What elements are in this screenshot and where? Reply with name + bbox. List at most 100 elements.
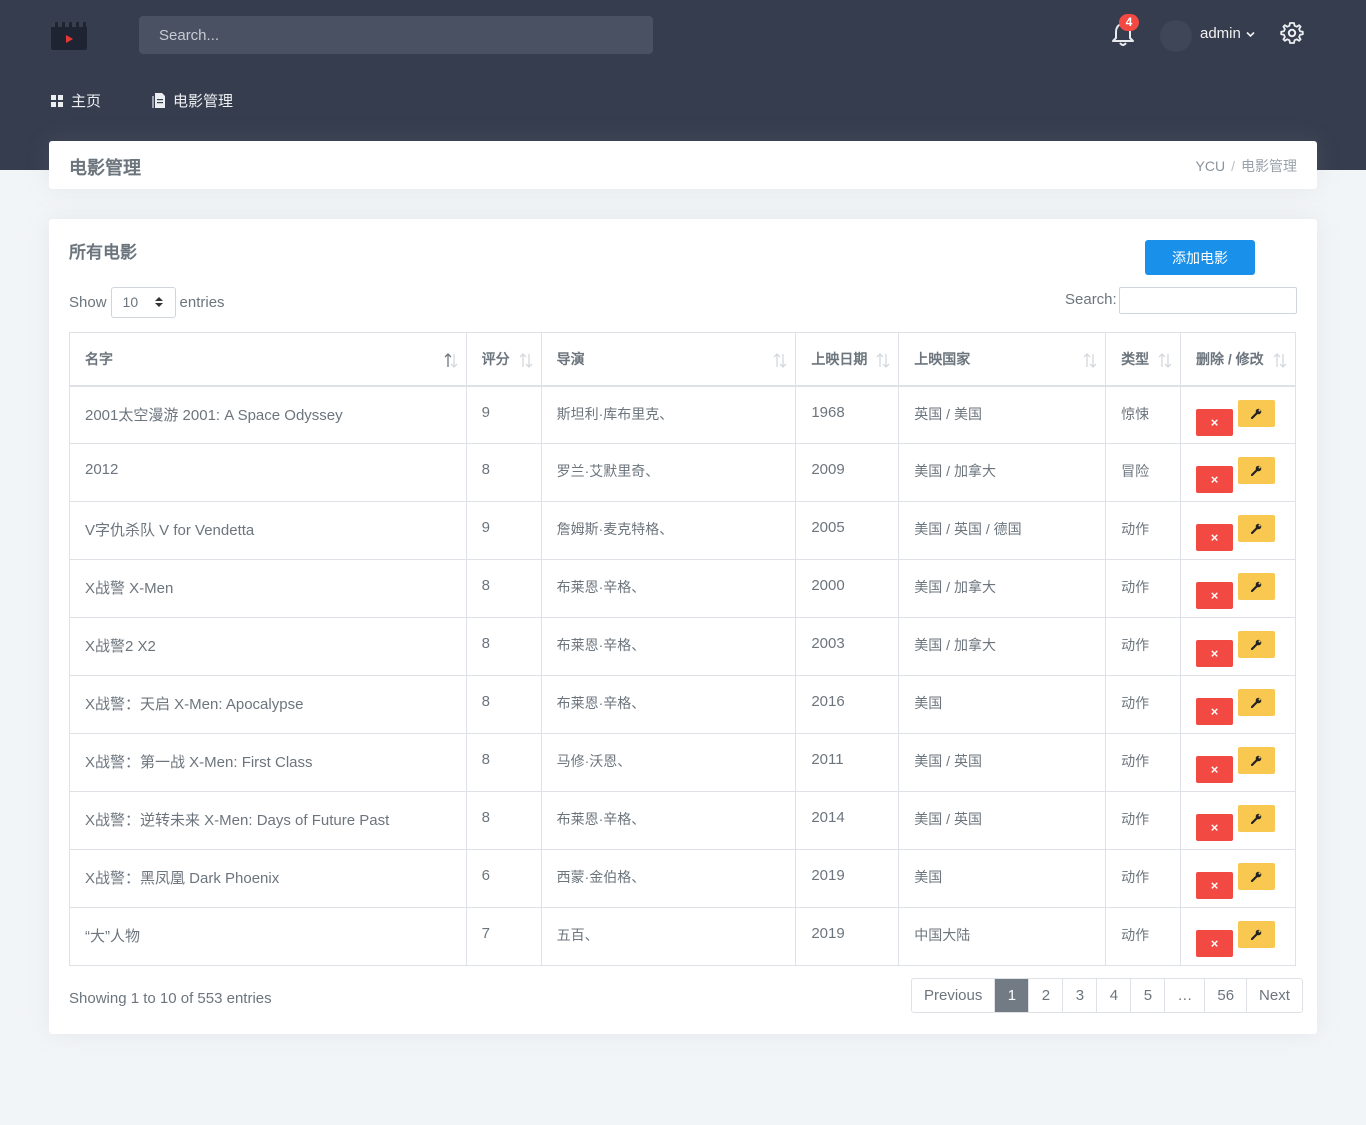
table-row: V字仇杀队 V for Vendetta 9 詹姆斯·麦克特格、 2005 美国 / 英… bbox=[69, 501, 1296, 560]
delete-button[interactable]: × bbox=[1196, 408, 1234, 436]
global-search-input[interactable] bbox=[139, 16, 653, 54]
table-search-input[interactable] bbox=[1119, 287, 1297, 314]
edit-button[interactable] bbox=[1238, 921, 1276, 948]
edit-button[interactable] bbox=[1238, 457, 1276, 484]
cell-release-date: 2005 bbox=[795, 501, 900, 560]
delete-button[interactable]: × bbox=[1196, 640, 1234, 667]
delete-button[interactable]: × bbox=[1196, 930, 1234, 957]
sort-icon bbox=[1273, 353, 1287, 368]
delete-button[interactable]: × bbox=[1196, 582, 1234, 609]
wrench-icon bbox=[1251, 639, 1262, 650]
entries-label: entries bbox=[179, 294, 225, 311]
cell-rating: 8 bbox=[465, 443, 542, 502]
cell-rating: 8 bbox=[465, 675, 542, 734]
page-56[interactable]: 56 bbox=[1204, 979, 1246, 1012]
cell-rating: 6 bbox=[465, 849, 542, 908]
table-row: X战警：第一战 X-Men: First Class 8 马修·沃恩、 2011 美国 … bbox=[69, 733, 1296, 792]
play-icon bbox=[66, 35, 73, 43]
cell-actions: × bbox=[1180, 559, 1296, 618]
cell-country: 英国 / 美国 bbox=[898, 385, 1107, 444]
cell-actions: × bbox=[1180, 617, 1296, 676]
edit-button[interactable] bbox=[1238, 631, 1276, 658]
avatar[interactable] bbox=[1160, 20, 1192, 52]
wrench-icon bbox=[1251, 465, 1262, 476]
edit-button[interactable] bbox=[1238, 805, 1276, 832]
cell-actions: × bbox=[1180, 907, 1296, 966]
cell-release-date: 2011 bbox=[795, 733, 900, 792]
cell-actions: × bbox=[1180, 675, 1296, 734]
cell-name: 2001太空漫游 2001: A Space Odyssey bbox=[69, 385, 467, 444]
sort-icon bbox=[444, 353, 458, 368]
cell-actions: × bbox=[1180, 501, 1296, 560]
delete-button[interactable]: × bbox=[1196, 872, 1234, 899]
table-row: “大”人物 7 五百、 2019 中国大陆 动作 × bbox=[69, 907, 1296, 966]
cell-country: 美国 / 英国 bbox=[898, 733, 1107, 792]
cell-country: 美国 / 加拿大 bbox=[898, 617, 1107, 676]
wrench-icon bbox=[1251, 697, 1262, 708]
dashboard-icon bbox=[51, 94, 63, 107]
chevron-down-icon bbox=[1246, 31, 1255, 37]
sort-arrows-icon bbox=[154, 297, 163, 307]
cell-country: 美国 / 英国 bbox=[898, 791, 1107, 850]
cell-genre: 动作 bbox=[1105, 617, 1182, 676]
user-name-label: admin bbox=[1200, 25, 1241, 42]
cell-genre: 动作 bbox=[1105, 733, 1182, 792]
cell-rating: 8 bbox=[465, 617, 542, 676]
column-header-rating[interactable]: 评分 bbox=[465, 332, 542, 387]
sort-icon bbox=[773, 353, 787, 368]
page-ellipsis: … bbox=[1164, 979, 1204, 1012]
cell-name: V字仇杀队 V for Vendetta bbox=[69, 501, 467, 560]
column-header-country[interactable]: 上映国家 bbox=[898, 332, 1107, 387]
cell-rating: 9 bbox=[465, 385, 542, 444]
delete-button[interactable]: × bbox=[1196, 814, 1234, 841]
page-2[interactable]: 2 bbox=[1028, 979, 1062, 1012]
cell-genre: 惊悚 bbox=[1105, 385, 1182, 444]
cell-genre: 动作 bbox=[1105, 559, 1182, 618]
cell-actions: × bbox=[1180, 733, 1296, 792]
pagination: Previous 1 2 3 4 5… 56 Next bbox=[911, 978, 1303, 1013]
movie-list-card: 所有电影 添加电影 Show 10 entries Search: 名字 评分 … bbox=[49, 219, 1317, 1034]
user-menu[interactable]: admin bbox=[1200, 25, 1255, 42]
cell-rating: 8 bbox=[465, 733, 542, 792]
cell-genre: 动作 bbox=[1105, 907, 1182, 966]
gear-icon[interactable] bbox=[1280, 21, 1304, 45]
page-5[interactable]: 5 bbox=[1130, 979, 1164, 1012]
wrench-icon bbox=[1251, 929, 1262, 940]
column-header-release-date[interactable]: 上映日期 bbox=[795, 332, 900, 387]
logo[interactable] bbox=[51, 22, 87, 50]
column-header-name[interactable]: 名字 bbox=[69, 332, 467, 387]
cell-name: X战警2 X2 bbox=[69, 617, 467, 676]
table-row: X战警：逆转未来 X-Men: Days of Future Past 8 布莱恩·… bbox=[69, 791, 1296, 850]
edit-button[interactable] bbox=[1238, 863, 1276, 890]
cell-country: 中国大陆 bbox=[898, 907, 1107, 966]
cell-rating: 8 bbox=[465, 791, 542, 850]
edit-button[interactable] bbox=[1238, 573, 1276, 600]
breadcrumb-root[interactable]: YCU bbox=[1196, 158, 1226, 174]
page-1[interactable]: 1 bbox=[994, 979, 1029, 1012]
nav-item-movie-management[interactable]: 电影管理 bbox=[152, 90, 233, 111]
column-header-actions[interactable]: 删除 / 修改 bbox=[1180, 332, 1296, 387]
edit-button[interactable] bbox=[1238, 515, 1276, 542]
edit-button[interactable] bbox=[1238, 689, 1276, 716]
wrench-icon bbox=[1251, 523, 1262, 534]
column-header-director[interactable]: 导演 bbox=[540, 332, 797, 387]
page-4[interactable]: 4 bbox=[1096, 979, 1130, 1012]
delete-button[interactable]: × bbox=[1196, 698, 1234, 725]
cell-genre: 动作 bbox=[1105, 501, 1182, 560]
delete-button[interactable]: × bbox=[1196, 524, 1234, 551]
column-header-genre[interactable]: 类型 bbox=[1105, 332, 1182, 387]
sort-icon bbox=[1158, 353, 1172, 368]
edit-button[interactable] bbox=[1238, 747, 1276, 774]
page-title: 电影管理 bbox=[69, 158, 141, 178]
previous-page-button[interactable]: Previous bbox=[912, 979, 994, 1012]
cell-genre: 动作 bbox=[1105, 791, 1182, 850]
delete-button[interactable]: × bbox=[1196, 756, 1234, 783]
edit-button[interactable] bbox=[1238, 399, 1276, 427]
add-movie-button[interactable]: 添加电影 bbox=[1145, 240, 1255, 275]
next-page-button[interactable]: Next bbox=[1246, 979, 1302, 1012]
cell-director: 斯坦利·库布里克、 bbox=[540, 385, 797, 444]
nav-item-home[interactable]: 主页 bbox=[51, 90, 101, 111]
page-size-select[interactable]: 10 bbox=[110, 287, 176, 318]
page-3[interactable]: 3 bbox=[1062, 979, 1096, 1012]
delete-button[interactable]: × bbox=[1196, 466, 1234, 493]
